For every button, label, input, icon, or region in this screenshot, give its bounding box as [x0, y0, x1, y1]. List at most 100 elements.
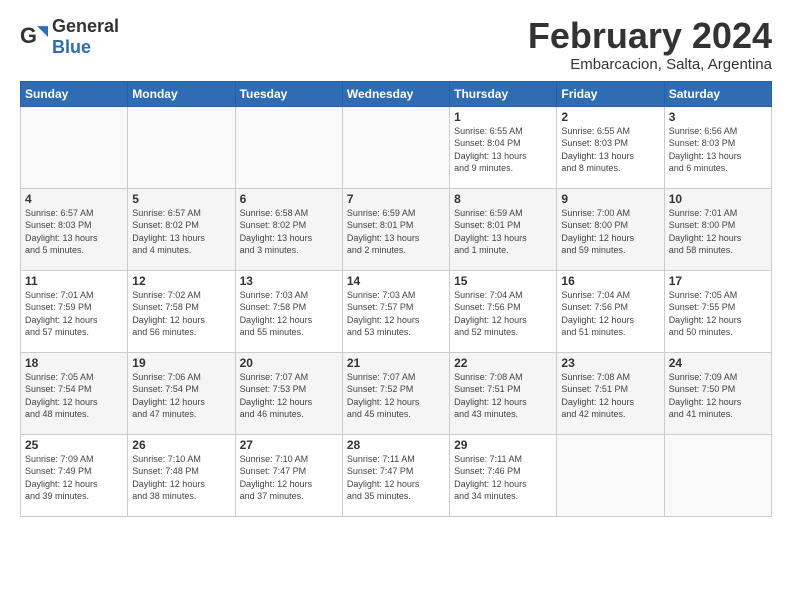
day-info: Sunrise: 6:55 AM Sunset: 8:04 PM Dayligh… — [454, 125, 552, 175]
day-info: Sunrise: 7:08 AM Sunset: 7:51 PM Dayligh… — [454, 371, 552, 421]
day-number: 16 — [561, 274, 659, 288]
calendar-cell — [128, 106, 235, 188]
day-number: 27 — [240, 438, 338, 452]
day-number: 22 — [454, 356, 552, 370]
day-number: 1 — [454, 110, 552, 124]
calendar-cell: 2Sunrise: 6:55 AM Sunset: 8:03 PM Daylig… — [557, 106, 664, 188]
week-row-1: 1Sunrise: 6:55 AM Sunset: 8:04 PM Daylig… — [21, 106, 772, 188]
day-number: 26 — [132, 438, 230, 452]
weekday-header-row: SundayMondayTuesdayWednesdayThursdayFrid… — [21, 81, 772, 106]
day-info: Sunrise: 7:01 AM Sunset: 8:00 PM Dayligh… — [669, 207, 767, 257]
calendar-cell: 23Sunrise: 7:08 AM Sunset: 7:51 PM Dayli… — [557, 352, 664, 434]
week-row-5: 25Sunrise: 7:09 AM Sunset: 7:49 PM Dayli… — [21, 434, 772, 516]
day-number: 28 — [347, 438, 445, 452]
calendar-cell: 7Sunrise: 6:59 AM Sunset: 8:01 PM Daylig… — [342, 188, 449, 270]
calendar-cell: 10Sunrise: 7:01 AM Sunset: 8:00 PM Dayli… — [664, 188, 771, 270]
calendar-cell — [21, 106, 128, 188]
month-title: February 2024 — [528, 16, 772, 56]
calendar-cell: 1Sunrise: 6:55 AM Sunset: 8:04 PM Daylig… — [450, 106, 557, 188]
day-info: Sunrise: 6:56 AM Sunset: 8:03 PM Dayligh… — [669, 125, 767, 175]
calendar-cell: 6Sunrise: 6:58 AM Sunset: 8:02 PM Daylig… — [235, 188, 342, 270]
week-row-2: 4Sunrise: 6:57 AM Sunset: 8:03 PM Daylig… — [21, 188, 772, 270]
weekday-header-sunday: Sunday — [21, 81, 128, 106]
day-number: 9 — [561, 192, 659, 206]
calendar-cell — [235, 106, 342, 188]
day-number: 23 — [561, 356, 659, 370]
logo: G General Blue — [20, 16, 119, 58]
calendar-cell: 9Sunrise: 7:00 AM Sunset: 8:00 PM Daylig… — [557, 188, 664, 270]
day-info: Sunrise: 7:05 AM Sunset: 7:55 PM Dayligh… — [669, 289, 767, 339]
calendar-cell: 19Sunrise: 7:06 AM Sunset: 7:54 PM Dayli… — [128, 352, 235, 434]
week-row-3: 11Sunrise: 7:01 AM Sunset: 7:59 PM Dayli… — [21, 270, 772, 352]
calendar-cell: 14Sunrise: 7:03 AM Sunset: 7:57 PM Dayli… — [342, 270, 449, 352]
weekday-header-wednesday: Wednesday — [342, 81, 449, 106]
day-info: Sunrise: 7:11 AM Sunset: 7:46 PM Dayligh… — [454, 453, 552, 503]
day-info: Sunrise: 7:02 AM Sunset: 7:58 PM Dayligh… — [132, 289, 230, 339]
day-number: 29 — [454, 438, 552, 452]
day-number: 11 — [25, 274, 123, 288]
day-info: Sunrise: 6:57 AM Sunset: 8:03 PM Dayligh… — [25, 207, 123, 257]
day-info: Sunrise: 7:10 AM Sunset: 7:48 PM Dayligh… — [132, 453, 230, 503]
day-number: 19 — [132, 356, 230, 370]
calendar-cell: 27Sunrise: 7:10 AM Sunset: 7:47 PM Dayli… — [235, 434, 342, 516]
day-info: Sunrise: 6:59 AM Sunset: 8:01 PM Dayligh… — [347, 207, 445, 257]
day-number: 18 — [25, 356, 123, 370]
logo-general: General — [52, 16, 119, 36]
weekday-header-tuesday: Tuesday — [235, 81, 342, 106]
calendar-cell: 28Sunrise: 7:11 AM Sunset: 7:47 PM Dayli… — [342, 434, 449, 516]
day-info: Sunrise: 7:04 AM Sunset: 7:56 PM Dayligh… — [454, 289, 552, 339]
day-info: Sunrise: 7:09 AM Sunset: 7:49 PM Dayligh… — [25, 453, 123, 503]
day-info: Sunrise: 7:07 AM Sunset: 7:53 PM Dayligh… — [240, 371, 338, 421]
location-title: Embarcacion, Salta, Argentina — [528, 56, 772, 73]
calendar-cell: 20Sunrise: 7:07 AM Sunset: 7:53 PM Dayli… — [235, 352, 342, 434]
day-info: Sunrise: 7:11 AM Sunset: 7:47 PM Dayligh… — [347, 453, 445, 503]
title-section: February 2024 Embarcacion, Salta, Argent… — [528, 16, 772, 73]
calendar-cell — [557, 434, 664, 516]
day-number: 4 — [25, 192, 123, 206]
day-number: 17 — [669, 274, 767, 288]
day-info: Sunrise: 7:09 AM Sunset: 7:50 PM Dayligh… — [669, 371, 767, 421]
logo-text: General Blue — [52, 16, 119, 58]
day-info: Sunrise: 7:08 AM Sunset: 7:51 PM Dayligh… — [561, 371, 659, 421]
calendar-cell: 8Sunrise: 6:59 AM Sunset: 8:01 PM Daylig… — [450, 188, 557, 270]
page: G General Blue February 2024 Embarcacion… — [0, 0, 792, 612]
calendar-cell: 12Sunrise: 7:02 AM Sunset: 7:58 PM Dayli… — [128, 270, 235, 352]
day-info: Sunrise: 7:03 AM Sunset: 7:57 PM Dayligh… — [347, 289, 445, 339]
day-number: 25 — [25, 438, 123, 452]
day-info: Sunrise: 6:55 AM Sunset: 8:03 PM Dayligh… — [561, 125, 659, 175]
day-number: 21 — [347, 356, 445, 370]
day-info: Sunrise: 7:04 AM Sunset: 7:56 PM Dayligh… — [561, 289, 659, 339]
calendar-cell: 5Sunrise: 6:57 AM Sunset: 8:02 PM Daylig… — [128, 188, 235, 270]
day-number: 20 — [240, 356, 338, 370]
day-number: 24 — [669, 356, 767, 370]
calendar-cell: 18Sunrise: 7:05 AM Sunset: 7:54 PM Dayli… — [21, 352, 128, 434]
day-number: 8 — [454, 192, 552, 206]
calendar-cell — [664, 434, 771, 516]
calendar-cell: 16Sunrise: 7:04 AM Sunset: 7:56 PM Dayli… — [557, 270, 664, 352]
day-number: 12 — [132, 274, 230, 288]
header: G General Blue February 2024 Embarcacion… — [20, 16, 772, 73]
calendar-cell: 15Sunrise: 7:04 AM Sunset: 7:56 PM Dayli… — [450, 270, 557, 352]
day-number: 3 — [669, 110, 767, 124]
day-info: Sunrise: 7:06 AM Sunset: 7:54 PM Dayligh… — [132, 371, 230, 421]
day-number: 10 — [669, 192, 767, 206]
svg-text:G: G — [20, 23, 37, 48]
logo-icon: G — [20, 23, 48, 51]
day-info: Sunrise: 6:59 AM Sunset: 8:01 PM Dayligh… — [454, 207, 552, 257]
day-number: 14 — [347, 274, 445, 288]
day-info: Sunrise: 7:05 AM Sunset: 7:54 PM Dayligh… — [25, 371, 123, 421]
day-info: Sunrise: 7:10 AM Sunset: 7:47 PM Dayligh… — [240, 453, 338, 503]
calendar-cell: 3Sunrise: 6:56 AM Sunset: 8:03 PM Daylig… — [664, 106, 771, 188]
day-info: Sunrise: 7:07 AM Sunset: 7:52 PM Dayligh… — [347, 371, 445, 421]
day-info: Sunrise: 6:57 AM Sunset: 8:02 PM Dayligh… — [132, 207, 230, 257]
day-number: 5 — [132, 192, 230, 206]
weekday-header-saturday: Saturday — [664, 81, 771, 106]
calendar-cell: 24Sunrise: 7:09 AM Sunset: 7:50 PM Dayli… — [664, 352, 771, 434]
calendar-cell: 11Sunrise: 7:01 AM Sunset: 7:59 PM Dayli… — [21, 270, 128, 352]
day-info: Sunrise: 7:01 AM Sunset: 7:59 PM Dayligh… — [25, 289, 123, 339]
day-number: 2 — [561, 110, 659, 124]
weekday-header-thursday: Thursday — [450, 81, 557, 106]
day-number: 7 — [347, 192, 445, 206]
week-row-4: 18Sunrise: 7:05 AM Sunset: 7:54 PM Dayli… — [21, 352, 772, 434]
weekday-header-friday: Friday — [557, 81, 664, 106]
